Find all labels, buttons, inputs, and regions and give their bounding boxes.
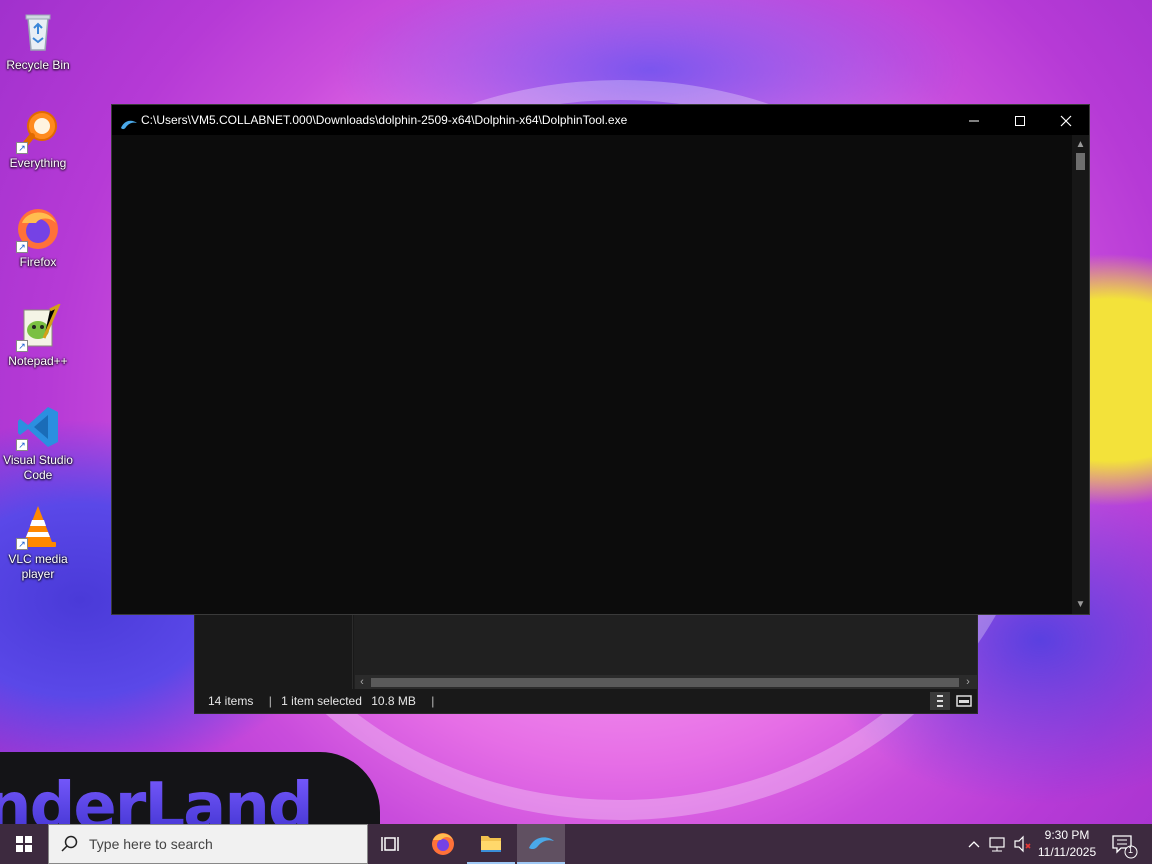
- notification-count: 1: [1128, 845, 1134, 855]
- search-placeholder: Type here to search: [89, 836, 213, 852]
- status-selected: 1 item selected: [281, 694, 362, 708]
- shortcut-arrow-icon: ↗: [16, 538, 28, 550]
- search-icon: [61, 835, 78, 852]
- firefox-icon: ↗: [14, 205, 62, 253]
- desktop-icon-label: Notepad++: [8, 354, 68, 368]
- minimize-button[interactable]: [951, 105, 997, 135]
- console-title: C:\Users\VM5.COLLABNET.000\Downloads\dol…: [141, 113, 628, 127]
- scroll-up-icon[interactable]: ▲: [1072, 137, 1089, 152]
- taskbar-dolphin[interactable]: [517, 824, 565, 864]
- scroll-down-icon[interactable]: ▼: [1072, 597, 1089, 612]
- chevron-up-icon: [968, 841, 980, 848]
- details-view-button[interactable]: [930, 692, 950, 710]
- show-hidden-icons-button[interactable]: [964, 824, 984, 864]
- start-button[interactable]: [0, 824, 48, 864]
- clock-date: 11/11/2025: [1037, 845, 1097, 859]
- firefox-icon: [432, 833, 454, 855]
- action-center-button[interactable]: 1: [1106, 824, 1140, 864]
- minimize-icon: [969, 120, 979, 122]
- volume-button[interactable]: [1011, 824, 1033, 864]
- horizontal-scrollbar[interactable]: ‹ ›: [355, 675, 977, 690]
- large-icons-view-icon: [956, 695, 972, 707]
- large-icons-view-button[interactable]: [954, 692, 974, 710]
- everything-search-icon: ↗: [14, 106, 62, 154]
- vlc-icon: ↗: [14, 502, 62, 550]
- file-explorer-window[interactable]: ‹ › 14 items | 1 item selected 10.8 MB |: [194, 612, 978, 714]
- vertical-scrollbar[interactable]: ▲ ▼: [1072, 135, 1089, 614]
- dolphin-icon: [529, 837, 554, 850]
- status-bar: 14 items | 1 item selected 10.8 MB |: [195, 689, 977, 713]
- desktop-icon-label: Everything: [9, 156, 67, 170]
- maximize-icon: [1015, 116, 1025, 127]
- details-view-icon: [937, 695, 943, 707]
- close-icon: [1060, 115, 1072, 127]
- taskbar-firefox[interactable]: [419, 824, 467, 864]
- clock-time: 9:30 PM: [1044, 828, 1090, 842]
- desktop-icon-vscode[interactable]: ↗ Visual Studio Code: [2, 403, 74, 483]
- maximize-button[interactable]: [997, 105, 1043, 135]
- taskbar-search-box[interactable]: Type here to search: [48, 824, 368, 864]
- windows-logo-icon: [16, 836, 32, 852]
- shortcut-arrow-icon: ↗: [16, 142, 28, 154]
- console-titlebar[interactable]: C:\Users\VM5.COLLABNET.000\Downloads\dol…: [112, 105, 1089, 135]
- task-view-button[interactable]: [368, 824, 416, 864]
- status-separator: |: [268, 694, 272, 708]
- scroll-right-icon[interactable]: ›: [961, 675, 975, 690]
- desktop-icon-notepadpp[interactable]: ↗ Notepad++: [2, 302, 74, 369]
- task-view-icon: [381, 837, 399, 851]
- network-icon: [989, 837, 1005, 852]
- scrollbar-thumb[interactable]: [1076, 153, 1085, 170]
- navigation-pane[interactable]: [195, 613, 353, 689]
- shortcut-arrow-icon: ↗: [16, 241, 28, 253]
- taskbar: Type here to search 9:30 PM 11/11/2025 1: [0, 824, 1152, 864]
- notification-icon: [1112, 835, 1138, 859]
- desktop-icon-vlc[interactable]: ↗ VLC media player: [2, 502, 74, 582]
- desktop-icon-label: Recycle Bin: [6, 58, 70, 72]
- status-separator: |: [431, 694, 435, 708]
- network-button[interactable]: [987, 824, 1009, 864]
- vscode-icon: ↗: [14, 403, 62, 451]
- dolphin-icon: [120, 113, 138, 130]
- scrollbar-thumb[interactable]: [371, 678, 959, 687]
- desktop-icon-recycle-bin[interactable]: Recycle Bin: [2, 8, 74, 73]
- status-size: 10.8 MB: [371, 694, 416, 708]
- shortcut-arrow-icon: ↗: [16, 439, 28, 451]
- notepad-plus-plus-icon: ↗: [14, 302, 62, 352]
- wallpaper-banner-text: nderLand: [0, 770, 312, 826]
- console-window[interactable]: C:\Users\VM5.COLLABNET.000\Downloads\dol…: [111, 104, 1090, 615]
- volume-muted-icon: [1014, 835, 1031, 853]
- desktop-icon-firefox[interactable]: ↗ Firefox: [2, 205, 74, 270]
- recycle-bin-icon: [14, 8, 62, 56]
- desktop-icon-label: Visual Studio Code: [3, 453, 73, 482]
- desktop-icon-label: Firefox: [19, 255, 57, 269]
- close-button[interactable]: [1043, 105, 1089, 135]
- folder-icon: [481, 836, 501, 852]
- taskbar-clock[interactable]: 9:30 PM 11/11/2025: [1032, 827, 1102, 861]
- desktop-icon-everything[interactable]: ↗ Everything: [2, 106, 74, 171]
- scroll-left-icon[interactable]: ‹: [355, 675, 369, 690]
- taskbar-file-explorer[interactable]: [467, 824, 515, 864]
- shortcut-arrow-icon: ↗: [16, 340, 28, 352]
- status-item-count: 14 items: [208, 694, 254, 708]
- desktop-icon-label: VLC media player: [8, 552, 68, 581]
